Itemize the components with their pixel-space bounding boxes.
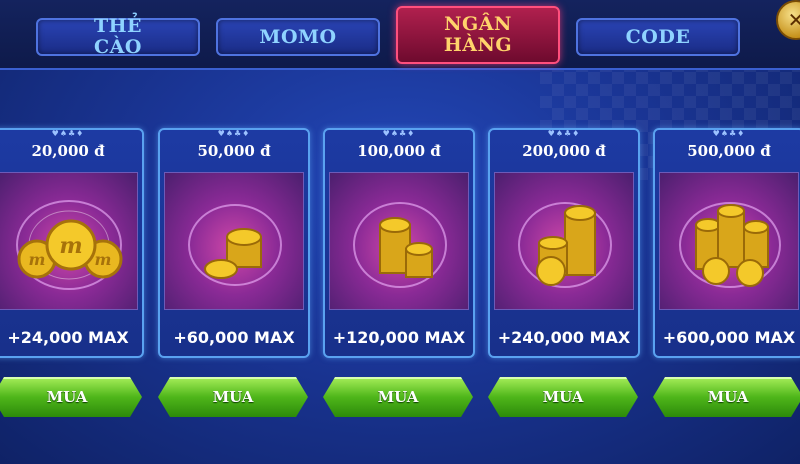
package-price: 20,000 đ <box>31 142 105 160</box>
buy-label: MUA <box>46 388 88 406</box>
card-suits-icon: ♥♠♣♦ <box>712 129 746 138</box>
package-price: 200,000 đ <box>522 142 606 160</box>
coin-stack-small-icon <box>164 172 304 310</box>
tab-label: CÀO <box>94 36 142 58</box>
card-suits-icon: ♥♠♣♦ <box>51 129 85 138</box>
tab-label: MOMO <box>259 25 337 48</box>
tab-label: NGÂN <box>444 13 512 35</box>
coins-large-icon: m m m <box>0 172 138 310</box>
package-card[interactable]: ♥♠♣♦ 50,000 đ +60,000 MAX <box>158 128 310 358</box>
package-bonus: +600,000 MAX <box>662 328 796 347</box>
svg-text:m: m <box>29 250 46 269</box>
package-bonus: +60,000 MAX <box>173 328 295 347</box>
buy-button[interactable]: MUA <box>323 377 473 417</box>
tab-label: HÀNG <box>443 34 513 56</box>
close-icon: ✕ <box>787 8 800 32</box>
coin-stacks-three-icon <box>494 172 634 310</box>
buy-button[interactable]: MUA <box>0 377 142 417</box>
coin-pile-icon <box>659 172 799 310</box>
tab-label: CODE <box>625 25 691 48</box>
tab-code[interactable]: CODE <box>576 18 740 56</box>
tab-momo[interactable]: MOMO <box>216 18 380 56</box>
card-suits-icon: ♥♠♣♦ <box>382 129 416 138</box>
buy-label: MUA <box>707 388 749 406</box>
card-suits-icon: ♥♠♣♦ <box>547 129 581 138</box>
buy-label: MUA <box>542 388 584 406</box>
svg-text:m: m <box>95 250 112 269</box>
package-card[interactable]: ♥♠♣♦ 500,000 đ +600,000 MAX <box>653 128 800 358</box>
package-price: 100,000 đ <box>357 142 441 160</box>
tab-the-cao[interactable]: THẺ CÀO <box>36 15 200 58</box>
buy-label: MUA <box>377 388 419 406</box>
package-card[interactable]: ♥♠♣♦ 200,000 đ +240,000 MAX <box>488 128 640 358</box>
package-price: 50,000 đ <box>197 142 271 160</box>
card-suits-icon: ♥♠♣♦ <box>217 129 251 138</box>
buy-button[interactable]: MUA <box>158 377 308 417</box>
buy-button[interactable]: MUA <box>488 377 638 417</box>
package-card[interactable]: ♥♠♣♦ 20,000 đ m m m +24,000 MAX <box>0 128 144 358</box>
buy-label: MUA <box>212 388 254 406</box>
package-price: 500,000 đ <box>687 142 771 160</box>
tab-label: THẺ <box>93 15 143 37</box>
coin-stacks-two-icon <box>329 172 469 310</box>
package-bonus: +24,000 MAX <box>7 328 129 347</box>
tab-ngan-hang[interactable]: NGÂN HÀNG <box>396 6 560 64</box>
package-card[interactable]: ♥♠♣♦ 100,000 đ +120,000 MAX <box>323 128 475 358</box>
package-bonus: +120,000 MAX <box>332 328 466 347</box>
buy-button[interactable]: MUA <box>653 377 800 417</box>
svg-text:m: m <box>59 233 82 259</box>
package-bonus: +240,000 MAX <box>497 328 631 347</box>
